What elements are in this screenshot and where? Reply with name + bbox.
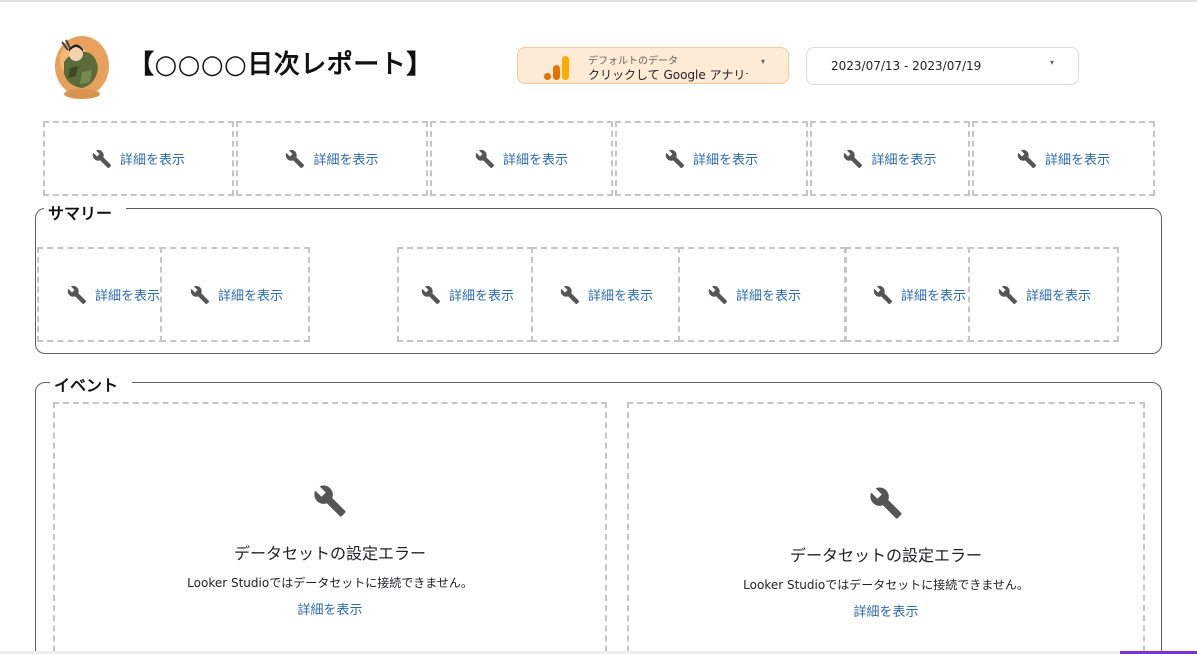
summary-title: サマリー [44, 200, 127, 224]
placeholder-widget: 詳細を表示 [160, 247, 310, 342]
data-source-label: デフォルトのデータ [588, 56, 678, 67]
placeholder-widget: 詳細を表示 [43, 121, 234, 196]
wrench-icon [870, 487, 902, 519]
view-details-link[interactable]: 詳細を表示 [588, 285, 653, 304]
view-details-link[interactable]: 詳細を表示 [736, 285, 801, 304]
dataset-error-widget: データセットの設定エラー Looker Studioではデータセットに接続できま… [53, 402, 607, 654]
wrench-icon [560, 285, 580, 304]
dataset-error-widget: データセットの設定エラー Looker Studioではデータセットに接続できま… [627, 402, 1145, 654]
report-page: 【○○○○日次レポート】 デフォルトのデータ クリックして Google アナリ… [0, 0, 1197, 654]
placeholder-widget: 詳細を表示 [615, 121, 808, 196]
placeholder-widget: 詳細を表示 [810, 121, 970, 196]
placeholder-widget: 詳細を表示 [678, 247, 846, 342]
wrench-icon [314, 485, 346, 517]
date-range-selector[interactable]: 2023/07/13 - 2023/07/19 ▾ [806, 47, 1079, 85]
top-border [0, 0, 1197, 2]
wrench-icon [1017, 149, 1037, 168]
placeholder-widget: 詳細を表示 [531, 247, 680, 342]
wrench-icon [286, 149, 305, 168]
view-details-link[interactable]: 詳細を表示 [449, 285, 514, 304]
view-details-link[interactable]: 詳細を表示 [1026, 285, 1091, 304]
view-details-link[interactable]: 詳細を表示 [901, 285, 966, 304]
wrench-icon [998, 285, 1018, 304]
chevron-down-icon: ▾ [1050, 58, 1055, 67]
error-title: データセットの設定エラー [789, 546, 982, 565]
wrench-icon [844, 149, 863, 168]
placeholder-widget: 詳細を表示 [37, 247, 165, 342]
error-description: Looker Studioではデータセットに接続できません。 [187, 576, 473, 590]
view-details-link[interactable]: 詳細を表示 [871, 149, 936, 168]
wrench-icon [421, 285, 441, 304]
view-details-link[interactable]: 詳細を表示 [1045, 149, 1110, 168]
date-range-value: 2023/07/13 - 2023/07/19 [831, 59, 982, 73]
wrench-icon [665, 149, 685, 168]
data-source-value: クリックして Google アナリティクス [588, 68, 748, 82]
view-details-link[interactable]: 詳細を表示 [313, 149, 378, 168]
wrench-icon [475, 149, 495, 168]
placeholder-widget: 詳細を表示 [972, 121, 1155, 196]
placeholder-widget: 詳細を表示 [236, 121, 428, 196]
view-details-link[interactable]: 詳細を表示 [218, 285, 283, 304]
chevron-down-icon: ▾ [761, 57, 766, 66]
error-description: Looker Studioではデータセットに接続できません。 [743, 578, 1029, 592]
placeholder-widget: 詳細を表示 [845, 247, 973, 342]
character-logo-icon [55, 36, 109, 99]
report-title: 【○○○○日次レポート】 [128, 50, 433, 80]
wrench-icon [708, 285, 728, 304]
data-source-selector[interactable]: デフォルトのデータ クリックして Google アナリティクス ▾ [517, 47, 789, 84]
view-details-link[interactable]: 詳細を表示 [297, 599, 362, 618]
placeholder-widget: 詳細を表示 [430, 121, 613, 196]
wrench-icon [873, 285, 893, 304]
wrench-icon [190, 285, 210, 304]
wrench-icon [92, 149, 112, 168]
wrench-icon [67, 285, 87, 304]
placeholder-widget: 詳細を表示 [968, 247, 1119, 342]
view-details-link[interactable]: 詳細を表示 [503, 149, 568, 168]
view-details-link[interactable]: 詳細を表示 [693, 149, 758, 168]
view-details-link[interactable]: 詳細を表示 [853, 601, 918, 620]
events-title: イベント [50, 372, 133, 396]
analytics-icon [544, 56, 569, 80]
view-details-link[interactable]: 詳細を表示 [95, 285, 160, 304]
view-details-link[interactable]: 詳細を表示 [120, 149, 185, 168]
placeholder-widget: 詳細を表示 [397, 247, 533, 342]
error-title: データセットの設定エラー [233, 544, 426, 563]
